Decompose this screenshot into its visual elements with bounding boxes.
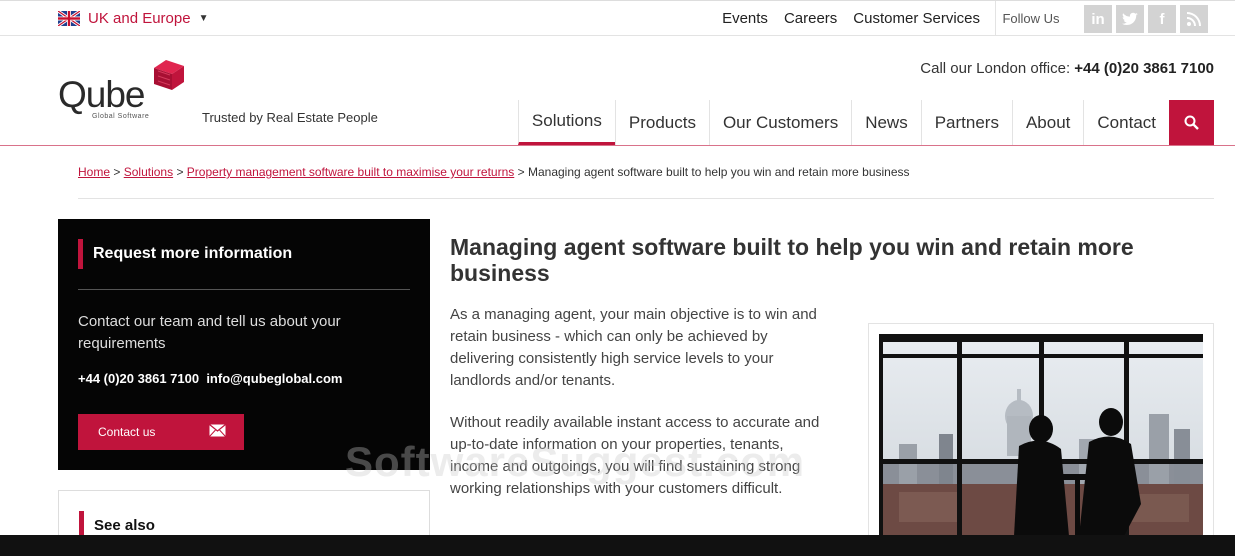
call-label: Call our London office: [920, 60, 1071, 77]
social-links: in f [1084, 5, 1208, 33]
breadcrumb-home[interactable]: Home [78, 165, 110, 179]
link-customer-services[interactable]: Customer Services [853, 10, 980, 27]
accent-bar [78, 239, 83, 269]
office-window-photo [879, 334, 1203, 536]
breadcrumb-parent[interactable]: Property management software built to ma… [187, 165, 514, 179]
watermark: SoftwareSuggest.com [345, 438, 806, 485]
linkedin-icon[interactable]: in [1084, 5, 1112, 33]
link-events[interactable]: Events [722, 10, 768, 27]
twitter-icon[interactable] [1116, 5, 1144, 33]
logo-subtitle: Global Software [92, 113, 150, 120]
nav-solutions[interactable]: Solutions [517, 100, 615, 145]
logo-wordmark: Qube [58, 74, 146, 115]
region-selector[interactable]: UK and Europe ▼ [58, 10, 208, 27]
top-bar: UK and Europe ▼ Events Careers Customer … [0, 0, 1235, 36]
chevron-down-icon: ▼ [198, 13, 209, 24]
search-icon [1184, 115, 1199, 130]
nav-contact[interactable]: Contact [1083, 100, 1169, 145]
contact-us-label: Contact us [98, 425, 156, 439]
mail-icon [209, 424, 226, 437]
contact-phone[interactable]: +44 (0)20 3861 7100 [78, 371, 199, 386]
search-button[interactable] [1169, 100, 1214, 145]
hero-image [868, 323, 1214, 556]
contact-us-button[interactable]: Contact us [78, 414, 244, 450]
breadcrumb-current: Managing agent software built to help yo… [527, 165, 910, 179]
contact-details: +44 (0)20 3861 7100 info@qubeglobal.com [78, 371, 342, 386]
nav-our-customers[interactable]: Our Customers [708, 100, 851, 145]
breadcrumb-separator: > [517, 165, 525, 179]
breadcrumb: Home > Solutions > Property management s… [78, 165, 910, 179]
call-number[interactable]: +44 (0)20 3861 7100 [1074, 60, 1214, 77]
bottom-band [0, 535, 1235, 556]
follow-us-label: Follow Us [995, 1, 1066, 36]
header-divider [0, 145, 1235, 146]
uk-flag-icon [58, 11, 80, 26]
logo-cube-icon [154, 60, 184, 90]
request-info-text: Contact our team and tell us about your … [78, 313, 341, 352]
facebook-icon[interactable]: f [1148, 5, 1176, 33]
request-info-title: Request more information [93, 245, 293, 262]
top-links: Events Careers Customer Services [722, 10, 980, 27]
nav-about[interactable]: About [1011, 100, 1083, 145]
rss-icon[interactable] [1180, 5, 1208, 33]
page-title: Managing agent software built to help yo… [450, 234, 1134, 286]
nav-partners[interactable]: Partners [920, 100, 1012, 145]
region-label: UK and Europe [88, 10, 191, 27]
see-also-title: See also [94, 517, 155, 534]
nav-products[interactable]: Products [614, 100, 709, 145]
request-info-panel: Request more information Contact our tea… [58, 219, 430, 470]
breadcrumb-separator: > [113, 165, 121, 179]
contact-email[interactable]: info@qubeglobal.com [206, 371, 342, 386]
main-nav: Solutions Products Our Customers News Pa… [517, 100, 1214, 145]
breadcrumb-divider [78, 198, 1214, 199]
breadcrumb-separator: > [176, 165, 184, 179]
body-paragraph-1: As a managing agent, your main objective… [450, 306, 817, 389]
nav-news[interactable]: News [851, 100, 921, 145]
call-office: Call our London office: +44 (0)20 3861 7… [920, 60, 1214, 77]
panel-divider [78, 289, 410, 290]
breadcrumb-solutions[interactable]: Solutions [124, 165, 173, 179]
link-careers[interactable]: Careers [784, 10, 837, 27]
qube-logo[interactable]: Qube Global Software [58, 58, 190, 126]
tagline: Trusted by Real Estate People [202, 110, 378, 125]
